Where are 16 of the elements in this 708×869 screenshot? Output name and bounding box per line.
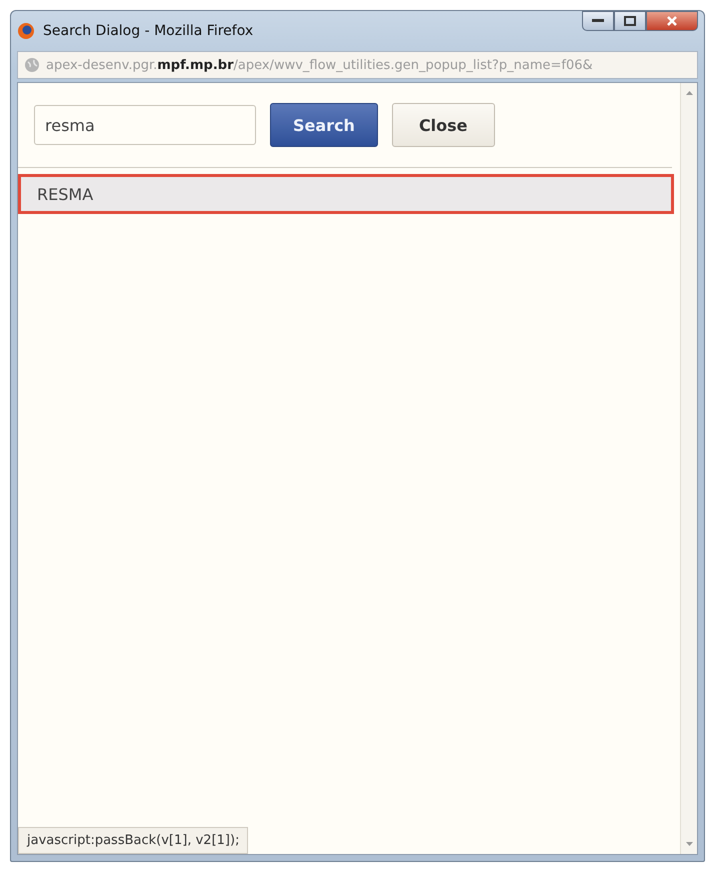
search-button[interactable]: Search	[270, 103, 378, 147]
minimize-icon	[592, 19, 604, 23]
address-text: apex-desenv.pgr.mpf.mp.br/apex/wwv_flow_utilities.gen_popup_list?p_name=f06&	[46, 58, 593, 72]
maximize-button[interactable]	[614, 11, 646, 31]
close-dialog-button[interactable]: Close	[392, 103, 495, 147]
close-button[interactable]	[646, 11, 698, 31]
search-field[interactable]: resma	[34, 105, 256, 145]
maximize-icon	[624, 16, 636, 26]
globe-icon	[24, 57, 40, 73]
window-title: Search Dialog - Mozilla Firefox	[43, 23, 254, 39]
minimize-button[interactable]	[582, 11, 614, 31]
result-item[interactable]: RESMA	[18, 174, 674, 214]
close-icon	[666, 15, 678, 27]
status-bar: javascript:passBack(v[1], v2[1]);	[18, 827, 248, 854]
scroll-down-icon[interactable]	[686, 842, 692, 846]
scroll-up-icon[interactable]	[686, 91, 692, 95]
